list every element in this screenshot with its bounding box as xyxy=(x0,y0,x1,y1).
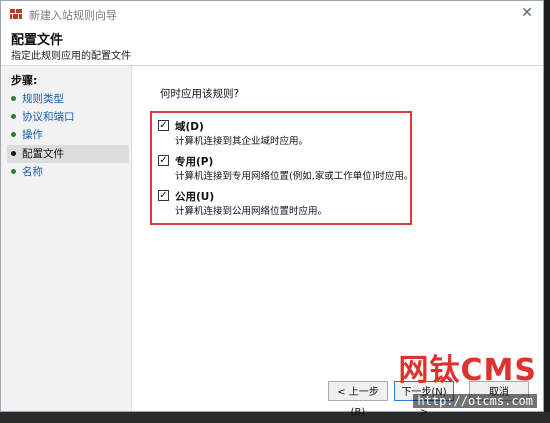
step-label: 名称 xyxy=(22,166,43,178)
step-label: 配置文件 xyxy=(22,148,64,160)
title-bar: 新建入站规则向导 ✕ xyxy=(1,1,543,28)
watermark-url: http://otcms.com xyxy=(413,394,537,408)
option-description: 计算机连接到专用网络位置(例如,家或工作单位)时应用。 xyxy=(175,171,414,182)
private-checkbox[interactable]: ✓ xyxy=(158,155,169,166)
step-label: 规则类型 xyxy=(22,93,64,105)
public-checkbox[interactable]: ✓ xyxy=(158,190,169,201)
window-title: 新建入站规则向导 xyxy=(29,9,117,22)
close-button[interactable]: ✕ xyxy=(517,4,537,22)
page-header: 配置文件 指定此规则应用的配置文件 xyxy=(1,27,543,65)
step-label: 操作 xyxy=(22,129,43,141)
wizard-window: 新建入站规则向导 ✕ 配置文件 指定此规则应用的配置文件 步骤: 规则类型 协议… xyxy=(0,0,544,418)
steps-title: 步骤: xyxy=(11,74,38,87)
step-name[interactable]: 名称 xyxy=(7,163,129,181)
step-action[interactable]: 操作 xyxy=(7,126,129,144)
step-label: 协议和端口 xyxy=(22,111,75,123)
step-bullet-icon xyxy=(11,132,16,137)
option-description: 计算机连接到其企业域时应用。 xyxy=(175,136,309,147)
step-profile[interactable]: 配置文件 xyxy=(7,145,129,163)
step-rule-type[interactable]: 规则类型 xyxy=(7,90,129,108)
option-label: 域(D) xyxy=(175,121,204,133)
step-bullet-icon xyxy=(11,169,16,174)
back-button[interactable]: < 上一步(B) xyxy=(328,381,388,418)
steps-panel: 步骤: 规则类型 协议和端口 操作 配置文件 名称 xyxy=(1,66,132,411)
option-label: 公用(U) xyxy=(175,191,215,203)
page-subtitle: 指定此规则应用的配置文件 xyxy=(11,51,131,62)
option-label: 专用(P) xyxy=(175,156,214,168)
background-window-edge xyxy=(544,0,550,412)
domain-checkbox[interactable]: ✓ xyxy=(158,120,169,131)
step-bullet-icon xyxy=(11,151,16,156)
page-title: 配置文件 xyxy=(11,33,64,48)
close-icon: ✕ xyxy=(521,5,533,21)
step-protocol-port[interactable]: 协议和端口 xyxy=(7,108,129,126)
step-bullet-icon xyxy=(11,96,16,101)
option-description: 计算机连接到公用网络位置时应用。 xyxy=(175,206,328,217)
watermark-logo: 网钛CMS xyxy=(398,353,537,388)
firewall-icon xyxy=(10,9,22,19)
question-text: 何时应用该规则? xyxy=(160,88,240,100)
step-bullet-icon xyxy=(11,114,16,119)
